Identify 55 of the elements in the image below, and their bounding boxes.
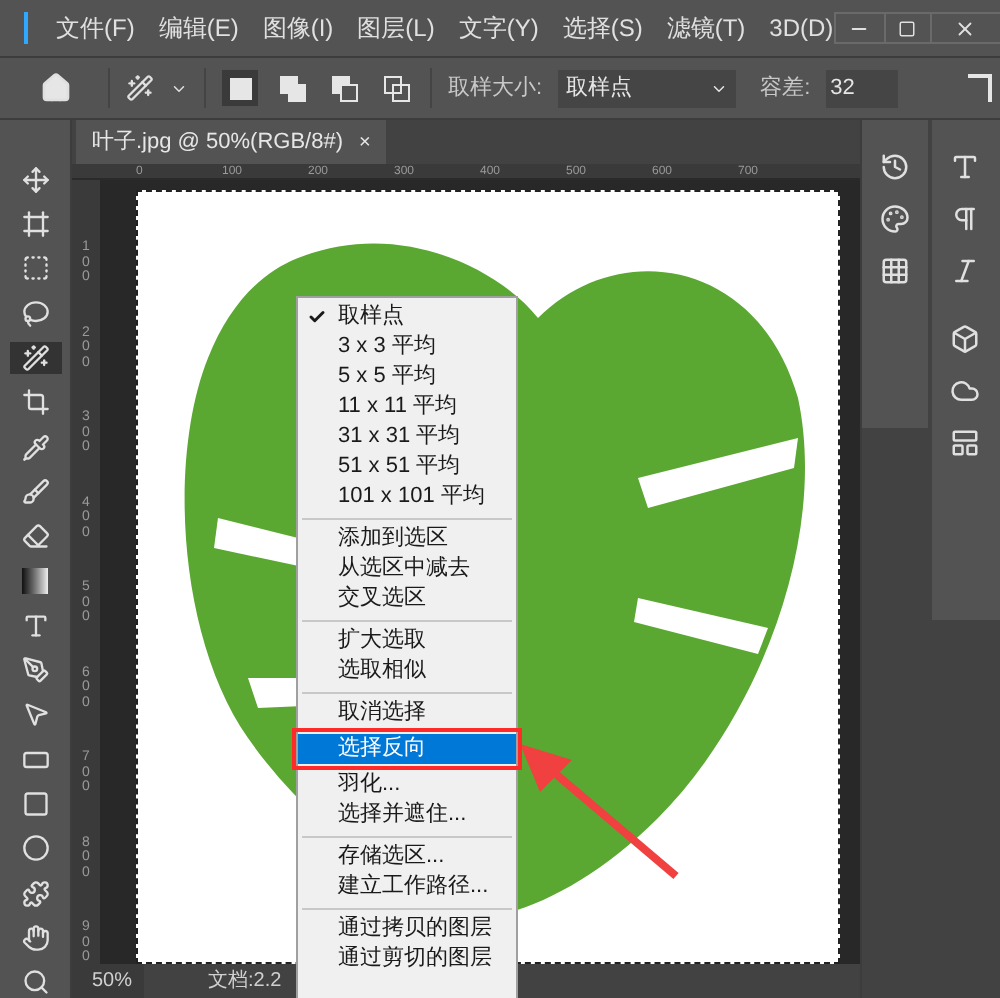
menu-item[interactable]: 选择(S) [562, 10, 643, 46]
menu-option[interactable]: 通过拷贝的图层 [298, 914, 516, 944]
menu-item[interactable]: 文件(F) [56, 10, 135, 46]
cube-icon[interactable] [950, 324, 981, 354]
menu-item[interactable]: 滤镜(T) [666, 10, 746, 46]
menu-option[interactable]: 添加到选区 [298, 524, 516, 554]
menu-option[interactable]: 11 x 11 平均 [298, 392, 516, 422]
document-info: 文档:2.2 [208, 967, 282, 996]
magic-wand-icon[interactable] [126, 74, 154, 102]
menu-option[interactable]: 选择反向 [298, 734, 516, 764]
zoom-level: 50% [72, 964, 144, 998]
menu-item[interactable]: 编辑(E) [158, 10, 239, 46]
document-tab[interactable]: 叶子.jpg @ 50%(RGB/8#) × [76, 120, 387, 164]
checkmark-icon [308, 308, 326, 326]
home-icon[interactable] [40, 72, 72, 104]
palette-icon[interactable] [879, 204, 910, 234]
history-icon[interactable] [879, 152, 910, 182]
menu-option[interactable]: 取样点 [298, 302, 516, 332]
menu-option[interactable]: 扩大选取 [298, 626, 516, 656]
grid-icon[interactable] [879, 256, 910, 286]
glyph-icon[interactable] [950, 256, 981, 286]
layout-icon[interactable] [950, 428, 981, 458]
selection-mode-button[interactable] [378, 70, 414, 106]
menu-option[interactable]: 51 x 51 平均 [298, 452, 516, 482]
menu-option[interactable]: 取消选择 [298, 698, 516, 728]
document-title: 叶子.jpg @ 50%(RGB/8#) [92, 127, 343, 158]
menu-item[interactable]: 图层(L) [357, 10, 435, 46]
menu-option[interactable]: 101 x 101 平均 [298, 482, 516, 512]
menu-item[interactable]: 图像(I) [262, 10, 334, 46]
menu-option[interactable]: 通过剪切的图层 [298, 944, 516, 974]
menu-option[interactable]: 选取相似 [298, 656, 516, 686]
sample-size-dropdown[interactable]: 取样点 [558, 69, 737, 107]
menu-option[interactable]: 羽化... [298, 770, 516, 800]
tolerance-label: 容差: [760, 73, 811, 104]
menu-option[interactable]: 选择并遮住... [298, 800, 516, 830]
cloud-icon[interactable] [950, 376, 981, 406]
menu-option[interactable]: 3 x 3 平均 [298, 332, 516, 362]
menu-option[interactable]: 31 x 31 平均 [298, 422, 516, 452]
menu-item[interactable]: 文字(Y) [458, 10, 539, 46]
menu-item[interactable]: 3D(D) [769, 10, 834, 46]
sample-size-label: 取样大小: [448, 73, 543, 104]
menu-option[interactable]: 从选区中减去 [298, 554, 516, 584]
maximize-icon[interactable] [883, 14, 932, 42]
menu-option[interactable]: 存储选区... [298, 842, 516, 872]
selection-mode-button[interactable] [274, 70, 310, 106]
menu-option[interactable]: 交叉选区 [298, 584, 516, 614]
tab-close-button[interactable]: × [359, 127, 371, 157]
character-icon[interactable] [950, 152, 981, 182]
menu-option[interactable]: 建立工作路径... [298, 872, 516, 902]
selection-mode-button[interactable] [326, 70, 362, 106]
tolerance-input[interactable]: 32 [826, 69, 899, 107]
paragraph-icon[interactable] [950, 204, 981, 234]
magic-wand-icon[interactable] [9, 342, 61, 374]
selection-mode-button[interactable] [222, 70, 258, 106]
menu-option[interactable]: 5 x 5 平均 [298, 362, 516, 392]
